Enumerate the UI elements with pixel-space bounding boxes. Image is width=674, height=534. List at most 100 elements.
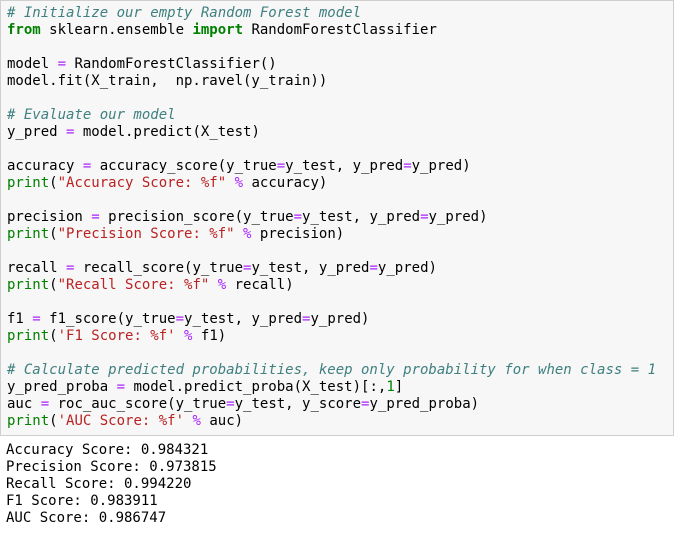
code-line[interactable] [7,294,656,311]
code-text: accuracy_score(y_true [91,158,277,174]
code-line[interactable] [7,39,656,56]
code-text: ] [394,379,404,395]
code-builtin: print [7,226,50,242]
code-text: model.predict(X_test) [74,124,260,140]
code-operator: = [403,158,412,174]
code-text: f1 [7,311,33,327]
code-line[interactable]: precision = precision_score(y_true=y_tes… [7,209,656,226]
code-operator: = [420,209,429,225]
code-line[interactable]: accuracy = accuracy_score(y_true=y_test,… [7,158,656,175]
code-line[interactable] [7,243,656,260]
code-text: accuracy [7,158,83,174]
code-line[interactable] [7,192,656,209]
output-line: AUC Score: 0.986747 [6,510,167,526]
code-text: model.predict_proba(X_test)[:, [125,379,387,395]
code-operator: = [175,311,185,327]
code-editor[interactable]: # Initialize our empty Random Forest mod… [7,5,656,430]
code-line[interactable]: print("Accuracy Score: %f" % accuracy) [7,175,656,192]
code-text: precision_score(y_true [99,209,294,225]
code-operator: % [217,277,227,293]
code-comment: # Initialize our empty Random Forest mod… [7,5,362,21]
code-text: model [7,56,58,72]
code-line[interactable]: recall = recall_score(y_true=y_test, y_p… [7,260,656,277]
code-text: ( [49,175,58,191]
code-text: y_test, y_pred [251,260,370,276]
code-cell-input[interactable]: # Initialize our empty Random Forest mod… [0,0,674,436]
output-line: Recall Score: 0.994220 [6,476,192,492]
output-line: Accuracy Score: 0.984321 [6,442,209,458]
code-text: sklearn.ensemble [40,22,193,38]
code-comment: # Calculate predicted probabilities, kee… [7,362,657,378]
code-text: ( [49,413,58,429]
code-operator: = [91,209,100,225]
code-operator: = [226,396,235,412]
code-text: y_test, y_pred [285,158,404,174]
code-operator: = [369,260,378,276]
code-line[interactable]: # Evaluate our model [7,107,656,124]
code-string: "Recall Score: %f" [57,277,210,293]
code-text: accuracy) [243,175,328,191]
code-line[interactable]: auc = roc_auc_score(y_true=y_test, y_sco… [7,396,656,413]
code-builtin: print [7,328,50,344]
code-text: recall [7,260,67,276]
code-text: ( [49,328,58,344]
code-operator: = [276,158,286,174]
code-line[interactable]: model.fit(X_train, np.ravel(y_train)) [7,73,656,90]
code-line[interactable]: f1 = f1_score(y_true=y_test, y_pred=y_pr… [7,311,656,328]
code-line[interactable] [7,90,656,107]
code-text: auc [7,396,41,412]
code-line[interactable]: print("Recall Score: %f" % recall) [7,277,656,294]
code-string: "Accuracy Score: %f" [57,175,227,191]
code-text: precision [7,209,92,225]
code-line[interactable]: print('AUC Score: %f' % auc) [7,413,656,430]
code-line[interactable]: # Initialize our empty Random Forest mod… [7,5,656,22]
code-comment: # Evaluate our model [7,107,176,123]
code-text: y_test, y_score [234,396,362,412]
code-text: y_pred) [428,209,488,225]
code-text: recall_score(y_true [74,260,244,276]
code-keyword: import [192,22,244,38]
code-text: model.fit(X_train, np.ravel(y_train)) [7,73,328,89]
code-text: y_pred [7,124,67,140]
code-line[interactable]: model = RandomForestClassifier() [7,56,656,73]
code-line[interactable]: y_pred = model.predict(X_test) [7,124,656,141]
cell-output: Accuracy Score: 0.984321 Precision Score:… [6,442,217,527]
code-text: auc) [200,413,244,429]
code-text: roc_auc_score(y_true [49,396,227,412]
code-string: 'F1 Score: %f' [57,328,176,344]
code-operator: = [116,379,126,395]
code-text: f1) [192,328,227,344]
code-line[interactable]: print("Precision Score: %f" % precision) [7,226,656,243]
code-text: ( [49,226,58,242]
code-text: RandomForestClassifier() [66,56,277,72]
code-line[interactable] [7,141,656,158]
code-text: y_pred_proba) [369,396,480,412]
code-line[interactable]: # Calculate predicted probabilities, kee… [7,362,656,379]
code-string: "Precision Score: %f" [57,226,235,242]
code-text: y_pred) [411,158,471,174]
code-string: 'AUC Score: %f' [57,413,185,429]
code-operator: % [234,175,244,191]
code-line[interactable]: print('F1 Score: %f' % f1) [7,328,656,345]
code-text: y_pred_proba [7,379,117,395]
code-builtin: print [7,413,50,429]
code-text: f1_score(y_true [40,311,176,327]
code-line[interactable]: from sklearn.ensemble import RandomFores… [7,22,656,39]
code-text: y_pred) [310,311,370,327]
code-text: recall) [226,277,294,293]
output-line: F1 Score: 0.983911 [6,493,158,509]
output-line: Precision Score: 0.973815 [6,459,217,475]
code-operator: = [40,396,50,412]
code-line[interactable]: y_pred_proba = model.predict_proba(X_tes… [7,379,656,396]
code-line[interactable] [7,345,656,362]
code-operator: % [192,413,201,429]
code-text: y_pred) [377,260,437,276]
code-text: y_test, y_pred [184,311,303,327]
code-text: precision) [251,226,345,242]
code-operator: = [293,209,303,225]
code-number: 1 [386,379,395,395]
